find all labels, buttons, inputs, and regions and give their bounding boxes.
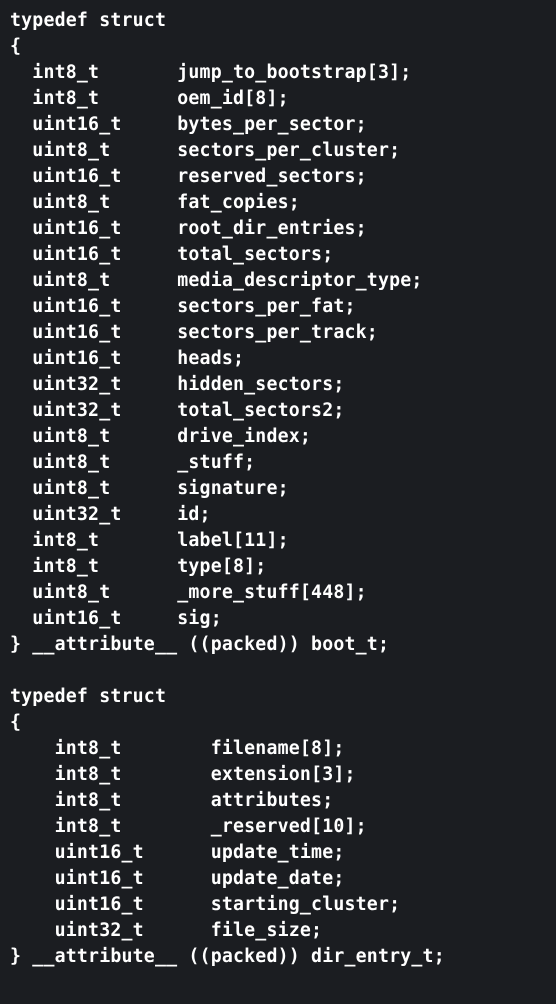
code-block: typedef struct { int8_t jump_to_bootstra…: [0, 0, 556, 978]
code-content: typedef struct { int8_t jump_to_bootstra…: [10, 10, 445, 967]
